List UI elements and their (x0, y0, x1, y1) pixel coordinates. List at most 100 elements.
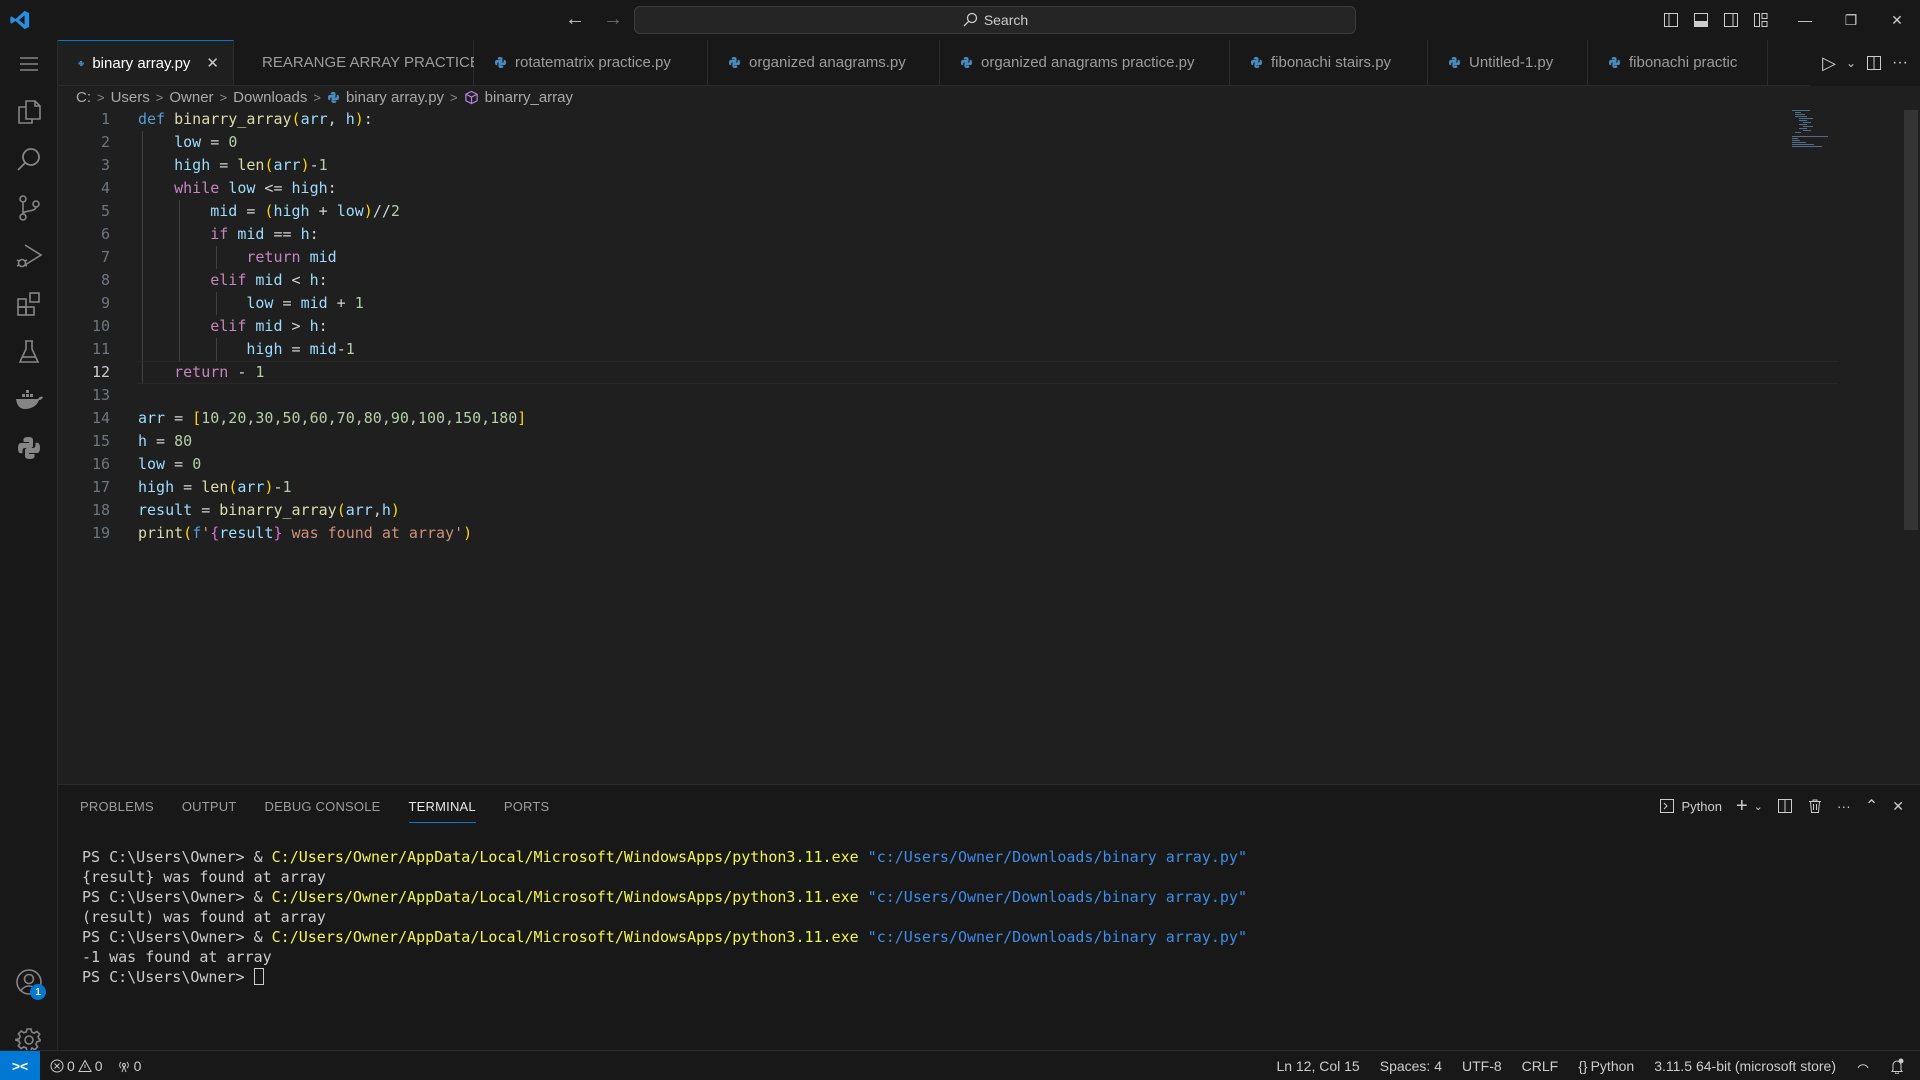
code-token: mid (309, 248, 337, 266)
breadcrumb-downloads[interactable]: Downloads (233, 89, 307, 106)
maximize-panel-icon[interactable]: ⌃ (1865, 796, 1878, 816)
code-line[interactable]: 16 low = 0 (58, 453, 1778, 476)
code-line[interactable]: 1 def binarry_array(arr, h): (58, 108, 1778, 131)
code-token: ( (183, 524, 193, 542)
toggle-secondary-sidebar-icon[interactable] (1716, 0, 1746, 40)
docker-icon[interactable] (0, 376, 58, 424)
editor-tab[interactable]: binary array.py ✕ (58, 40, 234, 85)
code-line[interactable]: 19 print(f'{result} was found at array') (58, 522, 1778, 545)
code-line[interactable]: 10 elif mid > h: (58, 315, 1778, 338)
ports-status[interactable]: 0 (117, 1058, 141, 1074)
split-editor-icon[interactable] (1866, 55, 1882, 71)
editor-tab[interactable]: organized anagrams.py (708, 40, 940, 85)
minimap[interactable] (1790, 108, 1840, 148)
code-editor[interactable]: 1 def binarry_array(arr, h): 2 low = 03 hi… (58, 108, 1920, 784)
kill-terminal-trash-icon[interactable] (1807, 798, 1823, 814)
close-icon[interactable]: ✕ (1874, 0, 1920, 40)
terminal-output[interactable]: PS C:\Users\Owner> & C:/Users/Owner/AppD… (82, 847, 1247, 987)
code-line[interactable]: 3 high = len(arr)-1 (58, 154, 1778, 177)
split-terminal-icon[interactable] (1777, 798, 1793, 814)
command-center-search[interactable]: Search (634, 6, 1356, 34)
problems-status[interactable]: 0 0 (50, 1058, 103, 1074)
new-terminal-icon[interactable]: + (1736, 795, 1748, 818)
code-line[interactable]: 13 (58, 384, 1778, 407)
language-mode[interactable]: {} Python (1578, 1058, 1634, 1074)
sync-icon[interactable] (1856, 1059, 1870, 1073)
code-token: ( (228, 478, 238, 496)
terminal-dropdown-icon[interactable]: ⌄ (1754, 800, 1763, 813)
cursor-position[interactable]: Ln 12, Col 15 (1276, 1058, 1359, 1074)
encoding[interactable]: UTF-8 (1462, 1058, 1502, 1074)
menu-icon[interactable] (0, 40, 58, 88)
editor-tab[interactable]: fibonachi practic (1588, 40, 1768, 85)
editor-tab[interactable]: REARANGE ARRAY PRACTICE.py (234, 40, 500, 85)
close-panel-icon[interactable]: ✕ (1892, 798, 1904, 815)
explorer-icon[interactable] (0, 88, 58, 136)
panel-tab-terminal[interactable]: TERMINAL (408, 799, 476, 823)
run-dropdown-icon[interactable]: ⌄ (1846, 56, 1856, 70)
code-line[interactable]: 15 h = 80 (58, 430, 1778, 453)
python-icon[interactable] (0, 424, 58, 472)
code-line[interactable]: 14 arr = [10,20,30,50,60,70,80,90,100,150… (58, 407, 1778, 430)
code-line[interactable]: 12 return - 1 (58, 361, 1778, 384)
editor-scrollbar[interactable] (1904, 110, 1918, 530)
more-actions-icon[interactable]: ··· (1892, 54, 1908, 72)
minimize-icon[interactable]: — (1782, 0, 1828, 40)
code-line[interactable]: 9 low = mid + 1 (58, 292, 1778, 315)
breadcrumb-file[interactable]: binary array.py (346, 89, 444, 106)
panel-tab-problems[interactable]: PROBLEMS (80, 799, 154, 823)
line-endings[interactable]: CRLF (1522, 1058, 1559, 1074)
extensions-icon[interactable] (0, 280, 58, 328)
editor-tab[interactable]: fibonachi stairs.py (1230, 40, 1428, 85)
run-python-file-icon[interactable]: ▷ (1822, 53, 1836, 74)
editor-tab[interactable]: Untitled-1.py (1428, 40, 1588, 85)
search-icon[interactable] (0, 136, 58, 184)
terminal-name[interactable]: Python (1681, 799, 1721, 814)
code-text: print(f'{result} was found at array') (138, 522, 472, 545)
testing-icon[interactable] (0, 328, 58, 376)
panel-tab-debug-console[interactable]: DEBUG CONSOLE (265, 799, 381, 823)
panel-more-icon[interactable]: ··· (1837, 798, 1851, 814)
panel-tab-output[interactable]: OUTPUT (182, 799, 237, 823)
code-token: mid (237, 225, 265, 243)
code-line[interactable]: 5 mid = (high + low)//2 (58, 200, 1778, 223)
code-line[interactable]: 4 while low <= high: (58, 177, 1778, 200)
code-token: print (138, 524, 184, 542)
customize-layout-icon[interactable] (1746, 0, 1776, 40)
code-line[interactable]: 7 return mid (58, 246, 1778, 269)
close-tab-icon[interactable]: ✕ (206, 54, 219, 72)
breadcrumb-owner[interactable]: Owner (169, 89, 213, 106)
notifications-bell-icon[interactable] (1890, 1058, 1904, 1074)
code-token: // (372, 202, 391, 220)
code-token: ) (363, 202, 373, 220)
code-line[interactable]: 8 elif mid < h: (58, 269, 1778, 292)
code-line[interactable]: 6 if mid == h: (58, 223, 1778, 246)
line-number: 11 (91, 340, 110, 358)
panel-tab-ports[interactable]: PORTS (504, 799, 550, 823)
code-text: h = 80 (138, 430, 192, 453)
code-line[interactable]: 11 high = mid-1 (58, 338, 1778, 361)
editor-tab[interactable]: organized anagrams practice.py (940, 40, 1230, 85)
restore-icon[interactable]: ❐ (1828, 0, 1874, 40)
code-line[interactable]: 18 result = binarry_array(arr,h) (58, 499, 1778, 522)
breadcrumb-symbol[interactable]: binarry_array (485, 89, 573, 106)
run-and-debug-icon[interactable] (0, 232, 58, 280)
editor-tab[interactable]: rotatematrix practice.py (474, 40, 708, 85)
forward-arrow-icon[interactable]: → (603, 8, 623, 31)
breadcrumb-drive[interactable]: C: (76, 89, 91, 106)
breadcrumb-users[interactable]: Users (111, 89, 150, 106)
indentation[interactable]: Spaces: 4 (1380, 1058, 1442, 1074)
keyword-token: return (174, 363, 238, 381)
line-number: 17 (91, 478, 110, 496)
python-interpreter[interactable]: 3.11.5 64-bit (microsoft store) (1654, 1058, 1836, 1074)
code-line[interactable]: 17 high = len(arr)-1 (58, 476, 1778, 499)
accounts-icon[interactable]: 1 (0, 958, 58, 1006)
toggle-panel-icon[interactable] (1686, 0, 1716, 40)
code-token: 1 (354, 294, 364, 312)
source-control-icon[interactable] (0, 184, 58, 232)
back-arrow-icon[interactable]: ← (565, 8, 585, 31)
code-token: 2 (390, 202, 400, 220)
code-line[interactable]: 2 low = 0 (58, 131, 1778, 154)
remote-indicator-icon[interactable]: >< (0, 1051, 40, 1080)
toggle-primary-sidebar-icon[interactable] (1656, 0, 1686, 40)
